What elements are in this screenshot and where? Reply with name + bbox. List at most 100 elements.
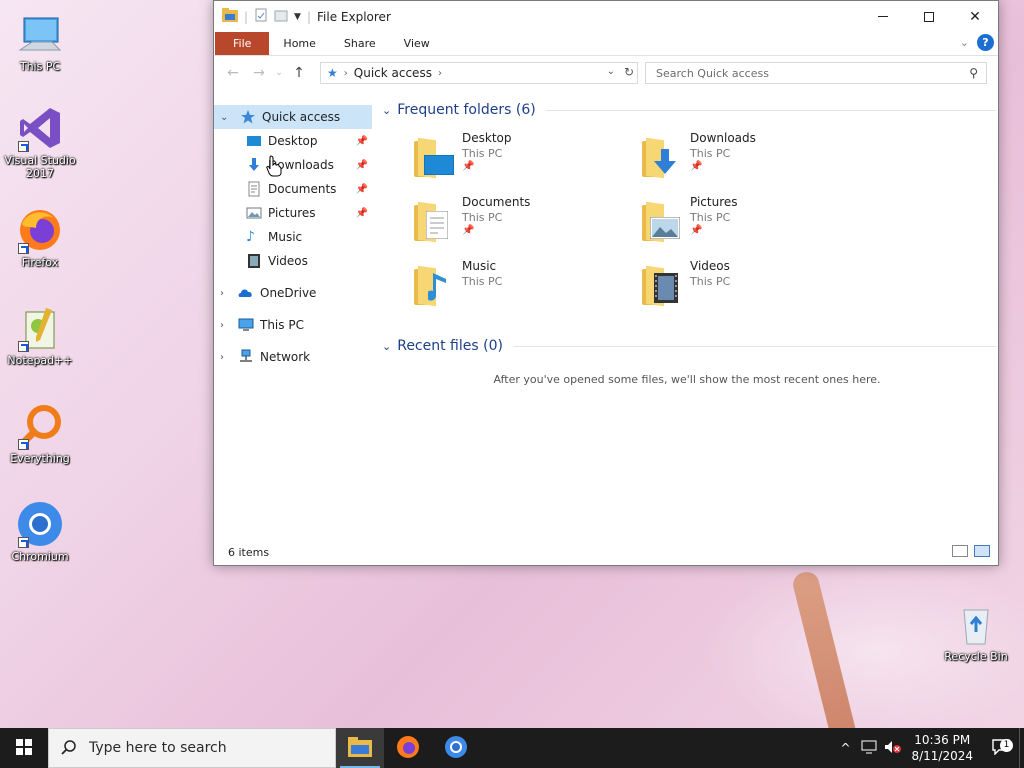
everything-search-icon [16, 402, 64, 450]
address-bar[interactable]: ★ › Quick access › ⌄ ↻ [320, 62, 638, 84]
up-button[interactable]: ↑ [286, 65, 312, 81]
taskbar-search-input[interactable] [87, 739, 317, 757]
nav-network[interactable]: › Network [214, 345, 372, 369]
nav-label: Videos [268, 254, 308, 268]
customize-qat-chevron-icon[interactable]: ▼ [294, 12, 301, 22]
group-title: Frequent folders (6) [397, 102, 536, 118]
forward-button[interactable]: → [246, 65, 272, 81]
collapsed-caret-icon[interactable]: › [220, 320, 224, 331]
folder-tile-music[interactable]: Music This PC [414, 259, 634, 315]
quick-access-star-icon [240, 109, 256, 125]
address-row: ← → ⌄ ↑ ★ › Quick access › ⌄ ↻ ⚲ [214, 56, 998, 90]
desktop-icon-notepadpp[interactable]: Notepad++ [2, 304, 78, 367]
close-icon: ✕ [969, 8, 981, 25]
item-count: 6 items [228, 545, 270, 559]
nav-item-music[interactable]: ♪ Music [214, 225, 372, 249]
collapsed-caret-icon[interactable]: › [220, 288, 224, 299]
collapse-chevron-icon[interactable]: ⌄ [382, 340, 391, 353]
desktop-icon-visual-studio[interactable]: Visual Studio 2017 [2, 104, 78, 180]
folder-name: Videos [690, 259, 730, 273]
pin-icon: 📌 [462, 225, 475, 236]
taskbar-file-explorer[interactable] [336, 728, 384, 768]
downloads-arrow-icon [246, 157, 262, 173]
nav-item-videos[interactable]: Videos [214, 249, 372, 273]
folder-name: Desktop [462, 131, 512, 145]
search-icon: ⚲ [969, 66, 978, 80]
taskbar-chromium[interactable] [432, 728, 480, 768]
taskbar-clock[interactable]: 10:36 PM 8/11/2024 [911, 732, 973, 764]
nav-this-pc[interactable]: › This PC [214, 313, 372, 337]
taskbar-search-box[interactable] [48, 728, 336, 768]
visual-studio-icon [16, 104, 64, 152]
search-box[interactable]: ⚲ [645, 62, 987, 84]
notification-count-badge: 1 [1000, 738, 1013, 752]
search-input[interactable] [654, 65, 954, 81]
recent-files-header[interactable]: ⌄ Recent files (0) [378, 333, 996, 359]
nav-item-documents[interactable]: Documents 📌 [214, 177, 372, 201]
nav-item-pictures[interactable]: Pictures 📌 [214, 201, 372, 225]
refresh-icon[interactable]: ↻ [624, 65, 634, 79]
taskbar-firefox[interactable] [384, 728, 432, 768]
collapsed-caret-icon[interactable]: › [220, 352, 224, 363]
address-dropdown-icon[interactable]: ⌄ [607, 66, 615, 77]
details-view-icon[interactable] [952, 545, 968, 557]
nav-item-downloads[interactable]: Downloads 📌 [214, 153, 372, 177]
nav-item-desktop[interactable]: Desktop 📌 [214, 129, 372, 153]
ribbon-tabs: File Home Share View ⌄ ? [214, 32, 998, 56]
collapse-chevron-icon[interactable]: ⌄ [382, 104, 391, 117]
desktop-icon-firefox[interactable]: Firefox [2, 206, 78, 269]
folder-tile-desktop[interactable]: Desktop This PC 📌 [414, 131, 634, 187]
tab-file[interactable]: File [215, 32, 270, 55]
desktop-folder-icon [414, 137, 456, 179]
breadcrumb-chevron-icon[interactable]: › [438, 68, 442, 79]
breadcrumb-quick-access[interactable]: Quick access [354, 66, 432, 80]
show-desktop-button[interactable] [1019, 728, 1024, 768]
desktop-icon-recycle-bin[interactable]: Recycle Bin [938, 600, 1014, 663]
close-button[interactable]: ✕ [952, 1, 998, 32]
expanded-caret-icon[interactable]: ⌄ [220, 112, 228, 123]
nav-onedrive[interactable]: › OneDrive [214, 281, 372, 305]
properties-icon[interactable] [254, 8, 268, 25]
tab-share[interactable]: Share [330, 32, 390, 55]
nav-label: Music [268, 230, 303, 244]
breadcrumb-chevron-icon[interactable]: › [344, 68, 348, 79]
desktop-icon-everything[interactable]: Everything [2, 402, 78, 465]
folder-tile-pictures[interactable]: Pictures This PC 📌 [642, 195, 862, 251]
desktop-icon-this-pc[interactable]: This PC [2, 10, 78, 73]
large-icons-view-icon[interactable] [974, 545, 990, 557]
shortcut-arrow-icon [18, 243, 29, 254]
maximize-icon [924, 11, 934, 22]
new-folder-icon[interactable] [274, 8, 288, 25]
title-bar[interactable]: | ▼ | File Explorer ✕ [214, 1, 998, 32]
shortcut-arrow-icon [18, 141, 29, 152]
expand-ribbon-chevron-icon[interactable]: ⌄ [960, 36, 969, 49]
shortcut-arrow-icon [18, 537, 29, 548]
clock-time: 10:36 PM [914, 733, 971, 747]
action-center-button[interactable]: 1 [983, 738, 1019, 758]
minimize-button[interactable] [860, 1, 906, 32]
desktop-folder-icon [246, 133, 262, 149]
show-hidden-icons-chevron-icon[interactable]: ^ [833, 741, 857, 755]
help-icon[interactable]: ? [977, 34, 994, 51]
folder-tile-documents[interactable]: Documents This PC 📌 [414, 195, 634, 251]
pin-icon: 📌 [690, 225, 703, 236]
network-status-icon[interactable] [857, 740, 881, 757]
group-title: Recent files (0) [397, 338, 503, 354]
onedrive-cloud-icon [238, 285, 254, 301]
clock-date: 8/11/2024 [911, 749, 973, 763]
frequent-folders-header[interactable]: ⌄ Frequent folders (6) [378, 97, 996, 123]
volume-muted-icon[interactable] [881, 740, 905, 757]
folder-tile-videos[interactable]: Videos This PC [642, 259, 862, 315]
maximize-button[interactable] [906, 1, 952, 32]
desktop-icon-chromium[interactable]: Chromium [2, 500, 78, 563]
tab-view[interactable]: View [390, 32, 444, 55]
recent-locations-chevron-icon[interactable]: ⌄ [272, 68, 286, 78]
nav-quick-access[interactable]: ⌄ Quick access [214, 105, 372, 129]
start-button[interactable] [0, 728, 48, 768]
folder-tile-downloads[interactable]: Downloads This PC 📌 [642, 131, 862, 187]
tab-home[interactable]: Home [269, 32, 329, 55]
back-button[interactable]: ← [220, 65, 246, 81]
desktop-icon-label: Everything [10, 452, 70, 465]
status-bar: 6 items [214, 539, 998, 565]
notepadpp-icon [16, 304, 64, 352]
